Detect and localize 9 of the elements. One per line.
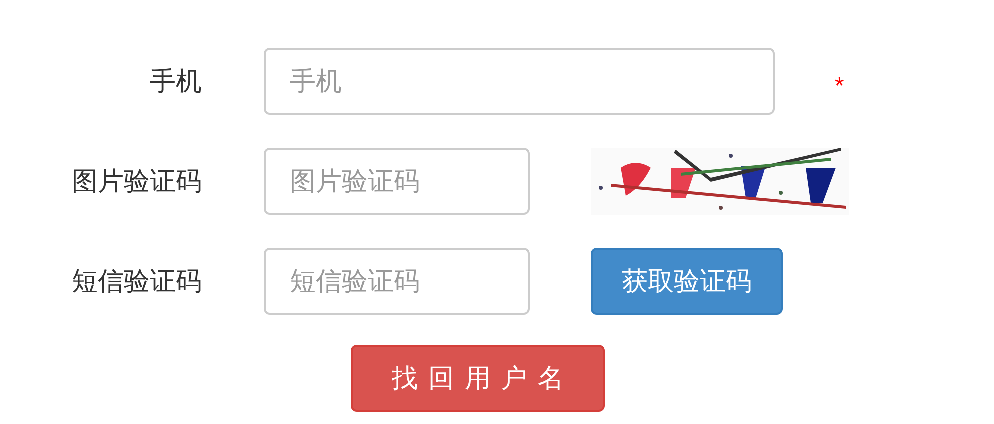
field-label: 短信验证码 [72, 266, 202, 296]
required-mark: * [835, 72, 844, 102]
input-field[interactable]: 图片验证码 [264, 148, 530, 215]
get-code-button[interactable]: 获取验证码 [591, 248, 783, 315]
field-label: 图片验证码 [72, 166, 202, 196]
field-label: 手机 [150, 66, 202, 96]
input-field[interactable]: 短信验证码 [264, 248, 530, 315]
input-field[interactable]: 手机 [264, 48, 775, 115]
submit-button[interactable]: 找回用户名 [351, 345, 605, 412]
